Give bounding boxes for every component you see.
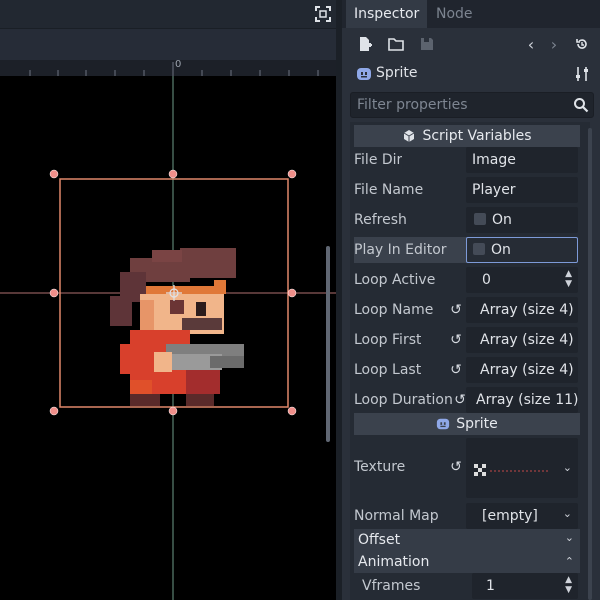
history-back-icon[interactable]: ‹: [522, 35, 540, 54]
refresh-label: Refresh: [354, 212, 407, 228]
play-in-editor-label: Play In Editor: [354, 242, 447, 258]
vframes-spinbox[interactable]: 1 ▲ ▼: [472, 573, 578, 599]
loop-duration-label: Loop Duration: [354, 392, 453, 408]
offset-label: Offset: [358, 532, 401, 548]
chevron-down-icon: ⌄: [564, 531, 574, 544]
viewport-scrollbar[interactable]: [326, 246, 330, 442]
play-in-editor-value: On: [491, 242, 511, 258]
normal-map-value: [empty]: [482, 508, 538, 524]
object-row: Sprite: [342, 62, 600, 88]
open-folder-icon[interactable]: [387, 35, 405, 53]
play-in-editor-toggle[interactable]: On: [466, 237, 578, 263]
canvas-viewport[interactable]: [0, 76, 336, 600]
tool-settings-icon[interactable]: [574, 66, 590, 82]
play-in-editor-checkbox[interactable]: [473, 243, 485, 255]
filter-properties-field[interactable]: [350, 92, 594, 118]
chevron-down-icon[interactable]: ⌄: [563, 455, 572, 481]
refresh-checkbox[interactable]: [474, 213, 486, 225]
save-icon[interactable]: [418, 35, 436, 53]
revert-icon[interactable]: ↺: [448, 362, 464, 378]
fullscreen-icon[interactable]: [314, 5, 332, 23]
sprite-node-icon: [437, 418, 450, 430]
texture-picker[interactable]: ⌄: [466, 438, 578, 498]
loop-name-array[interactable]: Array (size 4): [466, 297, 578, 323]
loop-first-label: Loop First: [354, 332, 422, 348]
chevron-up-icon: ⌃: [564, 555, 574, 568]
viewport-top-bar: [0, 0, 336, 28]
refresh-toggle[interactable]: On: [466, 207, 578, 233]
loop-name-label: Loop Name: [354, 302, 434, 318]
loop-last-label: Loop Last: [354, 362, 422, 378]
filter-properties-input[interactable]: [357, 93, 567, 117]
spin-arrows-icon[interactable]: ▲ ▼: [565, 575, 572, 595]
search-icon: [573, 97, 589, 113]
property-scrollbar[interactable]: [588, 128, 592, 600]
object-history-icon[interactable]: [573, 35, 591, 53]
file-dir-field[interactable]: Image: [466, 147, 578, 173]
offset-group-header[interactable]: Offset ⌄: [354, 529, 580, 551]
revert-icon[interactable]: ↺: [448, 332, 464, 348]
normal-map-label: Normal Map: [354, 508, 439, 524]
vframes-label: Vframes: [362, 578, 421, 594]
sprite-section-header[interactable]: Sprite: [354, 413, 580, 435]
ruler-origin-label: 0: [175, 59, 182, 70]
sprite-node-icon: [356, 66, 372, 82]
object-name: Sprite: [376, 65, 418, 81]
normal-map-picker[interactable]: [empty] ⌄: [466, 503, 578, 529]
script-variables-title: Script Variables: [422, 128, 532, 144]
texture-label: Texture: [354, 459, 406, 475]
script-variables-header[interactable]: Script Variables: [354, 125, 580, 147]
loop-duration-array[interactable]: Array (size 11): [466, 387, 578, 413]
history-forward-icon[interactable]: ›: [545, 35, 563, 54]
tab-inspector[interactable]: Inspector: [346, 0, 428, 28]
revert-icon[interactable]: ↺: [448, 459, 464, 475]
vframes-value: 1: [486, 578, 495, 594]
tab-node[interactable]: Node: [428, 0, 481, 28]
viewport-toolbar: [0, 28, 336, 61]
spin-arrows-icon[interactable]: ▲ ▼: [565, 269, 572, 289]
refresh-value: On: [492, 212, 512, 228]
chevron-down-icon[interactable]: ⌄: [563, 503, 572, 527]
horizontal-ruler: 0: [0, 59, 336, 77]
cube-icon: [404, 130, 415, 142]
animation-group-header[interactable]: Animation ⌃: [354, 551, 580, 573]
animation-label: Animation: [358, 554, 430, 570]
file-dir-label: File Dir: [354, 152, 403, 168]
sprite-section-title: Sprite: [456, 416, 498, 432]
texture-preview-icon: [474, 460, 554, 476]
loop-active-label: Loop Active: [354, 272, 436, 288]
loop-first-array[interactable]: Array (size 4): [466, 327, 578, 353]
loop-last-array[interactable]: Array (size 4): [466, 357, 578, 383]
file-name-field[interactable]: Player: [466, 177, 578, 203]
player-sprite: [110, 248, 244, 406]
file-name-label: File Name: [354, 182, 424, 198]
new-resource-icon[interactable]: [356, 35, 374, 53]
loop-active-spinbox[interactable]: 0 ▲ ▼: [466, 267, 578, 293]
revert-icon[interactable]: ↺: [448, 302, 464, 318]
loop-active-value: 0: [482, 272, 491, 288]
